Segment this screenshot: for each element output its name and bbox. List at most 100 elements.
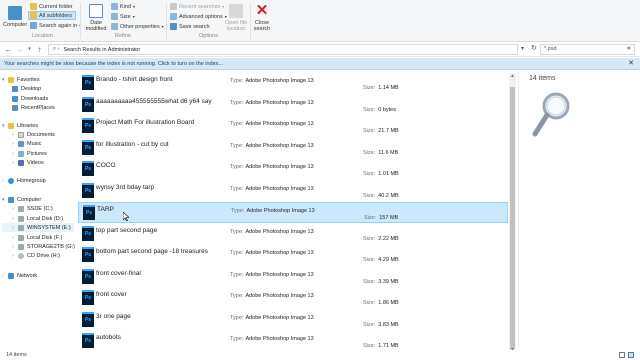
kind-icon	[111, 3, 118, 10]
nav-computer[interactable]: ▾ Computer	[2, 195, 41, 204]
forward-button[interactable]: →	[15, 45, 24, 54]
file-row[interactable]: Ps TARP Type: Adobe Photoshop Image 13 Size:…	[78, 202, 508, 223]
file-row[interactable]: Ps top part second page Type: Adobe Photosh…	[78, 224, 508, 245]
refresh-button[interactable]: ↻	[531, 44, 537, 52]
vertical-scrollbar[interactable]: ▲ ▼	[509, 73, 516, 353]
nav-drive-h[interactable]: › CD Drive (H:)	[12, 251, 60, 260]
recent-locations-button[interactable]: ▾	[25, 45, 34, 54]
computer-button[interactable]: Computer	[3, 6, 27, 28]
type-key: Type:	[230, 121, 244, 127]
properties-icon	[111, 23, 118, 30]
file-row[interactable]: Ps autobots Type: Adobe Photoshop Image 13 S…	[78, 331, 508, 352]
file-size: Size: 157 MB	[364, 215, 398, 221]
close-search-button[interactable]: ✕ Close search	[253, 3, 271, 32]
search-again-in-button[interactable]: Search again in▾	[30, 21, 81, 30]
type-value: Adobe Photoshop Image 13	[245, 271, 314, 278]
file-type: Type: Adobe Photoshop Image 13	[230, 164, 314, 170]
nav-recent-places[interactable]: RecentPlaces	[12, 103, 55, 112]
file-name: Project Math For illustration Board	[96, 119, 195, 126]
all-subfolders-button[interactable]: All subfolders	[28, 11, 77, 20]
nav-drive-c[interactable]: › SSDE (C:)	[12, 204, 53, 213]
drive-icon	[18, 224, 24, 231]
file-row[interactable]: Ps front cover-final Type: Adobe Photoshop …	[78, 267, 508, 288]
type-value: Adobe Photoshop Image 13	[245, 336, 314, 342]
recent-searches-button[interactable]: Recent searches ▾	[170, 2, 224, 11]
nav-libraries[interactable]: ▾ Libraries	[2, 121, 38, 130]
downloads-icon	[12, 95, 18, 102]
close-icon[interactable]: ✕	[628, 58, 634, 70]
size-key: Size:	[363, 257, 376, 263]
nav-desktop[interactable]: Desktop	[12, 84, 41, 93]
open-file-location-button[interactable]: Open file location	[224, 4, 248, 32]
scroll-up-icon[interactable]: ▲	[509, 73, 516, 79]
other-properties-button[interactable]: Other properties ▾	[111, 22, 164, 31]
nav-homegroup[interactable]: › Homegroup	[2, 176, 46, 185]
kind-button[interactable]: Kind ▾	[111, 2, 135, 11]
size-button[interactable]: Size ▾	[111, 12, 135, 21]
search-results-icon: ⌕ ›	[53, 46, 60, 52]
advanced-options-button[interactable]: Advanced options ▾	[170, 12, 227, 21]
save-search-button[interactable]: Save search	[170, 22, 210, 31]
date-modified-button[interactable]: Date modified	[84, 4, 108, 32]
large-icons-view-icon[interactable]	[628, 352, 634, 358]
search-input[interactable]: *.psd ✕	[540, 44, 635, 55]
address-bar-row: ← → ▾ ↑ ⌕ › Search Results in Administra…	[0, 43, 640, 57]
file-type: Type: Adobe Photoshop Image 13	[230, 121, 314, 127]
address-dropdown-button[interactable]: ▾	[521, 45, 524, 52]
size-value: 2.22 MB	[378, 235, 399, 242]
file-row[interactable]: Ps Brando - tshirt design front Type: Adobe…	[78, 73, 508, 94]
type-value: Adobe Photoshop Image 13	[245, 293, 314, 299]
file-row[interactable]: Ps 3r one page Type: Adobe Photoshop Image …	[78, 310, 508, 331]
up-button[interactable]: ↑	[35, 45, 44, 54]
preview-pane: 14 items	[518, 72, 640, 348]
nav-pictures[interactable]: › Pictures	[12, 149, 47, 158]
type-value: Adobe Photoshop Image 13	[245, 164, 314, 170]
size-key: Size:	[363, 192, 376, 199]
nav-drive-g[interactable]: › STORAGE2TB (G:)	[12, 242, 75, 251]
type-key: Type:	[230, 293, 244, 299]
file-row[interactable]: Ps front cover Type: Adobe Photoshop Image …	[78, 288, 508, 309]
file-type: Type: Adobe Photoshop Image 13	[230, 250, 314, 256]
file-row[interactable]: Ps aaaaaaaaaa455555555what d6 y64 say Type…	[78, 95, 508, 116]
file-size: Size: 21.7 MB	[363, 128, 399, 134]
file-row[interactable]: Ps bottom part second page -18 treasures T…	[78, 245, 508, 266]
refine-group-label: Refine	[115, 33, 131, 39]
nav-music[interactable]: › Music	[12, 139, 41, 148]
file-row[interactable]: Ps wynsy 3rd bday tarp Type: Adobe Photosho…	[78, 181, 508, 202]
nav-documents[interactable]: › Documents	[12, 130, 55, 139]
details-view-icon[interactable]	[619, 352, 625, 358]
size-key: Size:	[363, 300, 376, 306]
back-button[interactable]: ←	[4, 45, 13, 54]
index-info-bar[interactable]: Your searches might be slow because the …	[0, 58, 640, 70]
file-type: Type: Adobe Photoshop Image 13	[230, 336, 314, 342]
size-value: 1.86 MB	[378, 300, 399, 306]
size-key: Size:	[363, 278, 376, 285]
size-value: 1.14 MB	[378, 85, 399, 91]
type-key: Type:	[230, 142, 244, 149]
drive-icon	[18, 243, 24, 250]
file-row[interactable]: Ps Project Math For illustration Board Typ…	[78, 116, 508, 137]
nav-favorites[interactable]: ▾ Favorites	[2, 75, 40, 84]
type-key: Type:	[230, 336, 244, 342]
nav-drive-e[interactable]: › WINSYSTEM (E:)	[2, 223, 74, 232]
clear-search-icon[interactable]: ✕	[626, 45, 631, 54]
address-input[interactable]: ⌕ › Search Results in Administrator	[48, 44, 518, 55]
type-value: Adobe Photoshop Image 13	[245, 142, 314, 149]
file-row[interactable]: Ps for Illustration - cut by cut Type: Adob…	[78, 138, 508, 159]
scrollbar-thumb[interactable]	[510, 87, 515, 349]
file-row[interactable]: Ps COCO Type: Adobe Photoshop Image 13 Size:…	[78, 159, 508, 180]
status-bar: 14 items	[0, 350, 640, 360]
current-folder-button[interactable]: Current folder	[30, 2, 73, 11]
videos-icon	[18, 159, 24, 166]
file-size: Size: 1.86 MB	[363, 300, 399, 306]
options-group-label: Options	[199, 33, 218, 39]
search-again-icon	[30, 22, 37, 29]
nav-network[interactable]: › Network	[2, 271, 37, 280]
save-search-icon	[170, 23, 177, 30]
type-key: Type:	[230, 99, 244, 106]
size-value: 40.2 MB	[378, 192, 399, 199]
nav-downloads[interactable]: Downloads	[12, 94, 48, 103]
nav-drive-d[interactable]: › Local Disk (D:)	[12, 214, 63, 223]
nav-videos[interactable]: › Videos	[12, 158, 44, 167]
nav-drive-f[interactable]: › Local Disk (F:)	[12, 233, 62, 242]
